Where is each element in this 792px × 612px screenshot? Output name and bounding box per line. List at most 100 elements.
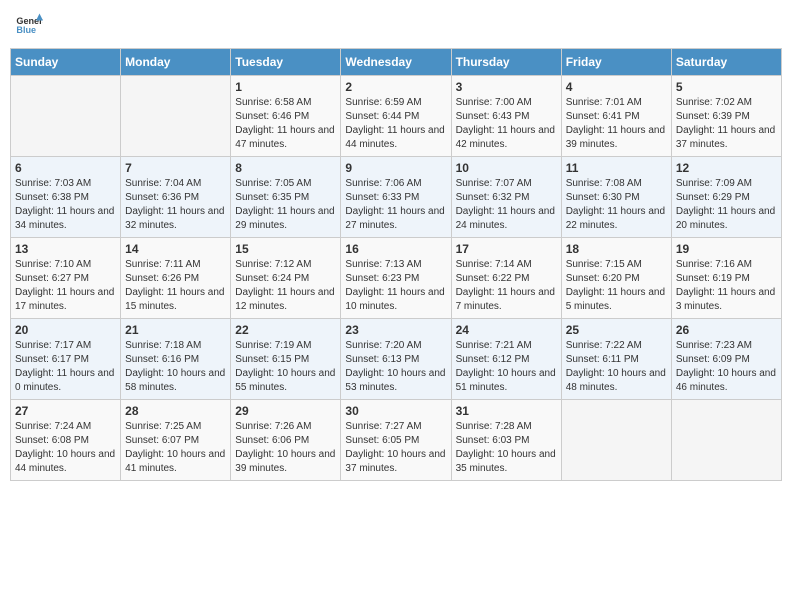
calendar-cell bbox=[671, 400, 781, 481]
day-info: Sunrise: 7:02 AMSunset: 6:39 PMDaylight:… bbox=[676, 96, 777, 152]
weekday-header-wednesday: Wednesday bbox=[341, 49, 451, 76]
day-number: 2 bbox=[345, 80, 446, 94]
day-info: Sunrise: 6:58 AMSunset: 6:46 PMDaylight:… bbox=[235, 96, 336, 152]
day-number: 15 bbox=[235, 242, 336, 256]
weekday-header-tuesday: Tuesday bbox=[231, 49, 341, 76]
calendar-cell: 18 Sunrise: 7:15 AMSunset: 6:20 PMDayligh… bbox=[561, 238, 671, 319]
day-info: Sunrise: 7:23 AMSunset: 6:09 PMDaylight:… bbox=[676, 339, 777, 395]
day-number: 5 bbox=[676, 80, 777, 94]
weekday-header-thursday: Thursday bbox=[451, 49, 561, 76]
day-info: Sunrise: 7:11 AMSunset: 6:26 PMDaylight:… bbox=[125, 258, 226, 314]
day-number: 21 bbox=[125, 323, 226, 337]
day-info: Sunrise: 7:28 AMSunset: 6:03 PMDaylight:… bbox=[456, 420, 557, 476]
day-info: Sunrise: 7:13 AMSunset: 6:23 PMDaylight:… bbox=[345, 258, 446, 314]
day-number: 11 bbox=[566, 161, 667, 175]
calendar-cell: 26 Sunrise: 7:23 AMSunset: 6:09 PMDayligh… bbox=[671, 319, 781, 400]
calendar-cell: 7Sunrise: 7:04 AMSunset: 6:36 PMDaylight… bbox=[121, 157, 231, 238]
day-number: 29 bbox=[235, 404, 336, 418]
day-number: 14 bbox=[125, 242, 226, 256]
day-number: 8 bbox=[235, 161, 336, 175]
calendar-cell: 29 Sunrise: 7:26 AMSunset: 6:06 PMDayligh… bbox=[231, 400, 341, 481]
calendar-cell: 28 Sunrise: 7:25 AMSunset: 6:07 PMDayligh… bbox=[121, 400, 231, 481]
day-info: Sunrise: 7:05 AMSunset: 6:35 PMDaylight:… bbox=[235, 177, 336, 233]
day-number: 17 bbox=[456, 242, 557, 256]
day-number: 27 bbox=[15, 404, 116, 418]
day-info: Sunrise: 7:18 AMSunset: 6:16 PMDaylight:… bbox=[125, 339, 226, 395]
calendar-cell: 15 Sunrise: 7:12 AMSunset: 6:24 PMDayligh… bbox=[231, 238, 341, 319]
calendar-cell: 22 Sunrise: 7:19 AMSunset: 6:15 PMDayligh… bbox=[231, 319, 341, 400]
calendar-cell: 17 Sunrise: 7:14 AMSunset: 6:22 PMDayligh… bbox=[451, 238, 561, 319]
day-number: 4 bbox=[566, 80, 667, 94]
day-info: Sunrise: 7:08 AMSunset: 6:30 PMDaylight:… bbox=[566, 177, 667, 233]
day-info: Sunrise: 7:10 AMSunset: 6:27 PMDaylight:… bbox=[15, 258, 116, 314]
day-info: Sunrise: 7:01 AMSunset: 6:41 PMDaylight:… bbox=[566, 96, 667, 152]
weekday-header-friday: Friday bbox=[561, 49, 671, 76]
calendar-row-3: 20Sunrise: 7:17 AMSunset: 6:17 PMDayligh… bbox=[11, 319, 782, 400]
day-number: 13 bbox=[15, 242, 116, 256]
calendar-cell: 5 Sunrise: 7:02 AMSunset: 6:39 PMDaylight… bbox=[671, 76, 781, 157]
calendar-cell: 4 Sunrise: 7:01 AMSunset: 6:41 PMDaylight… bbox=[561, 76, 671, 157]
calendar-cell: 30 Sunrise: 7:27 AMSunset: 6:05 PMDayligh… bbox=[341, 400, 451, 481]
day-number: 16 bbox=[345, 242, 446, 256]
day-info: Sunrise: 7:14 AMSunset: 6:22 PMDaylight:… bbox=[456, 258, 557, 314]
calendar-row-0: 1Sunrise: 6:58 AMSunset: 6:46 PMDaylight… bbox=[11, 76, 782, 157]
calendar-cell: 14 Sunrise: 7:11 AMSunset: 6:26 PMDayligh… bbox=[121, 238, 231, 319]
weekday-header-monday: Monday bbox=[121, 49, 231, 76]
day-number: 31 bbox=[456, 404, 557, 418]
calendar-cell: 27Sunrise: 7:24 AMSunset: 6:08 PMDayligh… bbox=[11, 400, 121, 481]
day-number: 9 bbox=[345, 161, 446, 175]
day-info: Sunrise: 7:12 AMSunset: 6:24 PMDaylight:… bbox=[235, 258, 336, 314]
calendar-row-4: 27Sunrise: 7:24 AMSunset: 6:08 PMDayligh… bbox=[11, 400, 782, 481]
day-number: 3 bbox=[456, 80, 557, 94]
day-number: 12 bbox=[676, 161, 777, 175]
calendar-cell: 9 Sunrise: 7:06 AMSunset: 6:33 PMDaylight… bbox=[341, 157, 451, 238]
day-info: Sunrise: 7:22 AMSunset: 6:11 PMDaylight:… bbox=[566, 339, 667, 395]
calendar-cell: 31 Sunrise: 7:28 AMSunset: 6:03 PMDayligh… bbox=[451, 400, 561, 481]
calendar-cell: 16 Sunrise: 7:13 AMSunset: 6:23 PMDayligh… bbox=[341, 238, 451, 319]
day-number: 6 bbox=[15, 161, 116, 175]
logo-icon: General Blue bbox=[15, 10, 43, 38]
day-info: Sunrise: 7:03 AMSunset: 6:38 PMDaylight:… bbox=[15, 177, 116, 233]
day-number: 25 bbox=[566, 323, 667, 337]
day-info: Sunrise: 7:20 AMSunset: 6:13 PMDaylight:… bbox=[345, 339, 446, 395]
day-info: Sunrise: 7:27 AMSunset: 6:05 PMDaylight:… bbox=[345, 420, 446, 476]
calendar-cell: 19Sunrise: 7:16 AMSunset: 6:19 PMDayligh… bbox=[671, 238, 781, 319]
day-number: 30 bbox=[345, 404, 446, 418]
day-info: Sunrise: 7:06 AMSunset: 6:33 PMDaylight:… bbox=[345, 177, 446, 233]
day-info: Sunrise: 7:19 AMSunset: 6:15 PMDaylight:… bbox=[235, 339, 336, 395]
calendar-cell: 11 Sunrise: 7:08 AMSunset: 6:30 PMDayligh… bbox=[561, 157, 671, 238]
day-info: Sunrise: 7:15 AMSunset: 6:20 PMDaylight:… bbox=[566, 258, 667, 314]
svg-text:Blue: Blue bbox=[16, 25, 36, 35]
day-number: 24 bbox=[456, 323, 557, 337]
calendar-cell: 24 Sunrise: 7:21 AMSunset: 6:12 PMDayligh… bbox=[451, 319, 561, 400]
day-number: 28 bbox=[125, 404, 226, 418]
day-info: Sunrise: 7:09 AMSunset: 6:29 PMDaylight:… bbox=[676, 177, 777, 233]
calendar-cell: 10 Sunrise: 7:07 AMSunset: 6:32 PMDayligh… bbox=[451, 157, 561, 238]
calendar-cell bbox=[121, 76, 231, 157]
day-number: 18 bbox=[566, 242, 667, 256]
page-header: General Blue bbox=[10, 10, 782, 38]
calendar-row-2: 13 Sunrise: 7:10 AMSunset: 6:27 PMDayligh… bbox=[11, 238, 782, 319]
calendar-cell: 12 Sunrise: 7:09 AMSunset: 6:29 PMDayligh… bbox=[671, 157, 781, 238]
calendar-cell: 8 Sunrise: 7:05 AMSunset: 6:35 PMDaylight… bbox=[231, 157, 341, 238]
weekday-header-sunday: Sunday bbox=[11, 49, 121, 76]
day-number: 10 bbox=[456, 161, 557, 175]
calendar-cell: 2Sunrise: 6:59 AMSunset: 6:44 PMDaylight… bbox=[341, 76, 451, 157]
calendar-cell bbox=[11, 76, 121, 157]
day-info: Sunrise: 7:07 AMSunset: 6:32 PMDaylight:… bbox=[456, 177, 557, 233]
weekday-header-saturday: Saturday bbox=[671, 49, 781, 76]
calendar-cell: 1Sunrise: 6:58 AMSunset: 6:46 PMDaylight… bbox=[231, 76, 341, 157]
calendar-cell: 13 Sunrise: 7:10 AMSunset: 6:27 PMDayligh… bbox=[11, 238, 121, 319]
calendar-cell: 25 Sunrise: 7:22 AMSunset: 6:11 PMDayligh… bbox=[561, 319, 671, 400]
day-number: 22 bbox=[235, 323, 336, 337]
logo: General Blue bbox=[15, 10, 45, 38]
day-info: Sunrise: 7:21 AMSunset: 6:12 PMDaylight:… bbox=[456, 339, 557, 395]
day-info: Sunrise: 7:04 AMSunset: 6:36 PMDaylight:… bbox=[125, 177, 226, 233]
day-info: Sunrise: 7:25 AMSunset: 6:07 PMDaylight:… bbox=[125, 420, 226, 476]
day-info: Sunrise: 7:26 AMSunset: 6:06 PMDaylight:… bbox=[235, 420, 336, 476]
day-number: 26 bbox=[676, 323, 777, 337]
calendar-cell bbox=[561, 400, 671, 481]
day-number: 23 bbox=[345, 323, 446, 337]
calendar-row-1: 6 Sunrise: 7:03 AMSunset: 6:38 PMDaylight… bbox=[11, 157, 782, 238]
day-info: Sunrise: 7:00 AMSunset: 6:43 PMDaylight:… bbox=[456, 96, 557, 152]
